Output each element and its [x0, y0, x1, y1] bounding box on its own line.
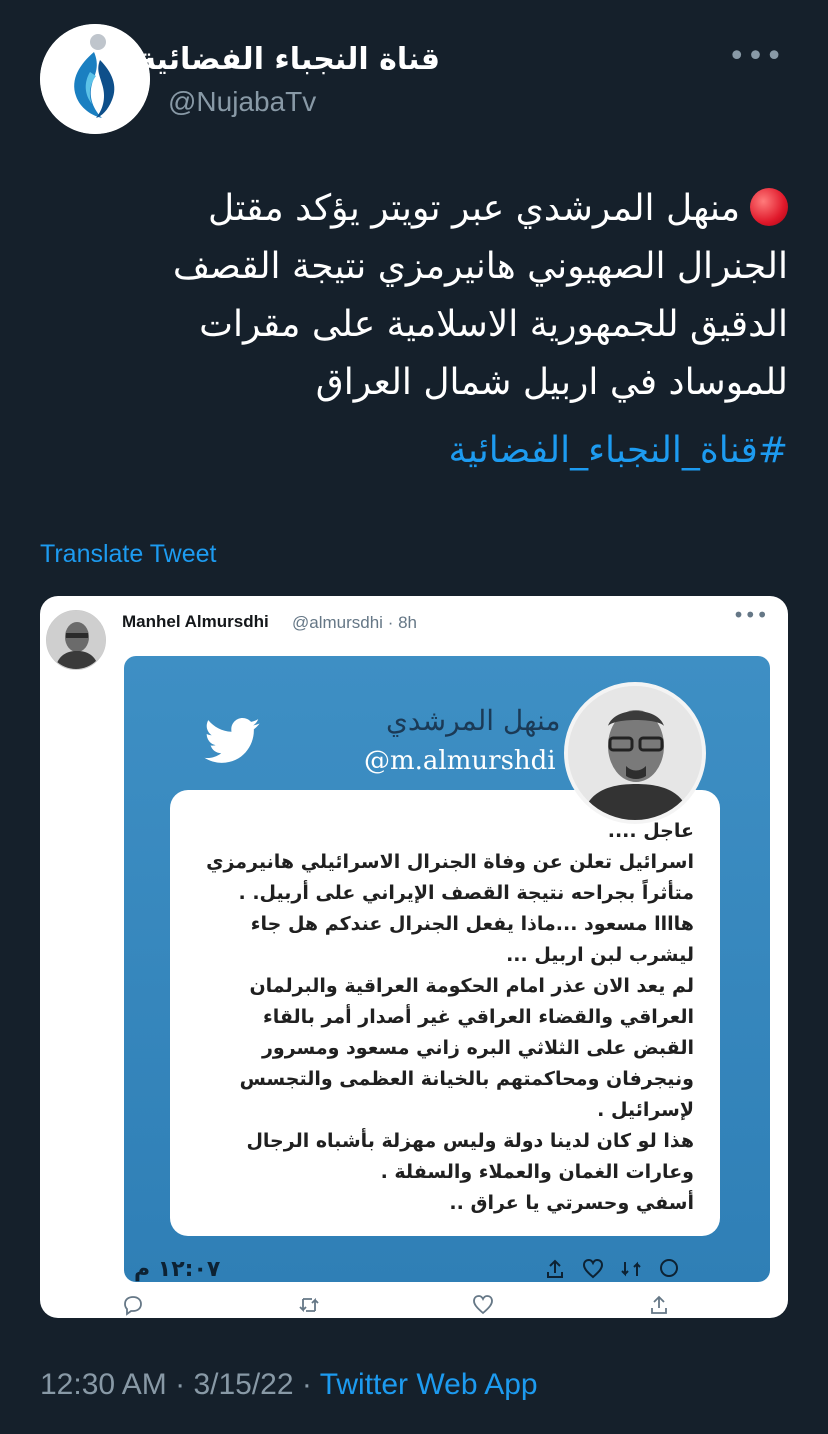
image-author-name: منهل المرشدي	[386, 704, 561, 737]
tweet-text: منهل المرشدي عبر تويتر يؤكد مقتل الجنرال…	[128, 180, 788, 412]
image-text-line: متأثراً بجراحه نتيجة القصف الإيراني على …	[238, 882, 694, 904]
image-text-line: لإسرائيل .	[597, 1099, 694, 1121]
image-footer-time: ١٢:٠٧ م	[134, 1257, 221, 1282]
author-avatar[interactable]	[40, 24, 150, 134]
image-text-line: ليشرب لبن اربيل ...	[506, 944, 694, 966]
tweet-timestamp-line: 12:30 AM · 3/15/22 · Twitter Web App	[40, 1368, 538, 1402]
retweet-icon	[621, 1261, 641, 1277]
tweet-body: منهل المرشدي عبر تويتر يؤكد مقتل الجنرال…	[172, 188, 788, 403]
image-text-line: لم يعد الان عذر امام الحكومة العراقية وا…	[249, 975, 694, 997]
quoted-media-image[interactable]: منهل المرشدي @m.almurshdi عاجل .... اسرا…	[124, 656, 770, 1282]
image-text: عاجل .... اسرائيل تعلن عن وفاة الجنرال ا…	[184, 816, 694, 1219]
quoted-meta: @almursdhi · 8h	[292, 613, 417, 633]
quoted-author-avatar[interactable]	[46, 610, 106, 670]
image-text-line: هذا لو كان لدينا دولة وليس مهزلة بأشباه …	[246, 1130, 694, 1152]
hashtag-link[interactable]: #قناة_النجباء_الفضائية	[449, 430, 788, 471]
image-footer-actions	[544, 1258, 680, 1280]
image-author-avatar	[564, 682, 706, 824]
portrait-icon	[47, 611, 105, 669]
quoted-author-name[interactable]: Manhel Almursdhi	[122, 612, 269, 632]
source-app-link[interactable]: Twitter Web App	[320, 1368, 538, 1401]
image-text-line: العراقي والقضاء العراقي غير أصدار أمر با…	[263, 1006, 694, 1028]
reply-icon[interactable]	[122, 1294, 144, 1316]
quoted-action-bar	[122, 1294, 682, 1318]
quoted-more-icon[interactable]: •••	[733, 605, 768, 625]
share-icon	[547, 1259, 563, 1278]
reply-icon	[660, 1259, 678, 1277]
quoted-time: 8h	[398, 613, 417, 632]
image-text-line: ونيجرفان ومحاكمتهم بالخيانة العظمى والتج…	[239, 1068, 694, 1090]
retweet-icon[interactable]	[298, 1294, 320, 1316]
tweet-date[interactable]: 3/15/22	[193, 1368, 293, 1401]
image-author-handle: @m.almurshdi	[364, 746, 556, 776]
image-footer: ١٢:٠٧ م	[124, 1252, 770, 1282]
like-icon[interactable]	[472, 1294, 494, 1316]
image-text-line: اسرائيل تعلن عن وفاة الجنرال الاسرائيلي …	[206, 851, 694, 873]
red-circle-icon	[750, 188, 788, 226]
author-handle[interactable]: @NujabaTv	[168, 86, 316, 118]
quoted-handle: @almursdhi	[292, 613, 383, 632]
twitter-bird-icon	[204, 718, 260, 763]
share-icon[interactable]	[648, 1294, 670, 1316]
author-display-name[interactable]: قناة النجباء الفضائية	[138, 42, 440, 77]
quoted-tweet-card[interactable]: Manhel Almursdhi @almursdhi · 8h ••• منه…	[40, 596, 788, 1318]
portrait-icon	[568, 686, 702, 820]
image-text-card: عاجل .... اسرائيل تعلن عن وفاة الجنرال ا…	[170, 790, 720, 1236]
image-text-line: وعارات الغمان والعملاء والسفلة .	[380, 1161, 694, 1183]
translate-tweet-link[interactable]: Translate Tweet	[40, 540, 216, 569]
image-text-line: أسفي وحسرتي يا عراق ..	[449, 1192, 694, 1214]
tweet-time[interactable]: 12:30 AM	[40, 1368, 167, 1401]
meta-separator: ·	[387, 613, 399, 632]
image-text-line: هاااا مسعود ...ماذا يفعل الجنرال عندكم ه…	[250, 913, 694, 935]
more-options-icon[interactable]: •••	[728, 42, 784, 72]
heart-icon	[582, 1258, 604, 1279]
tweet-header: قناة النجباء الفضائية @NujabaTv •••	[40, 24, 800, 136]
image-text-line: القبض على الثلاثي البره زاني مسعود ومسرو…	[261, 1037, 694, 1059]
meta-separator: ·	[175, 1368, 186, 1401]
nujaba-logo-icon	[40, 24, 150, 134]
meta-separator: ·	[301, 1368, 312, 1401]
